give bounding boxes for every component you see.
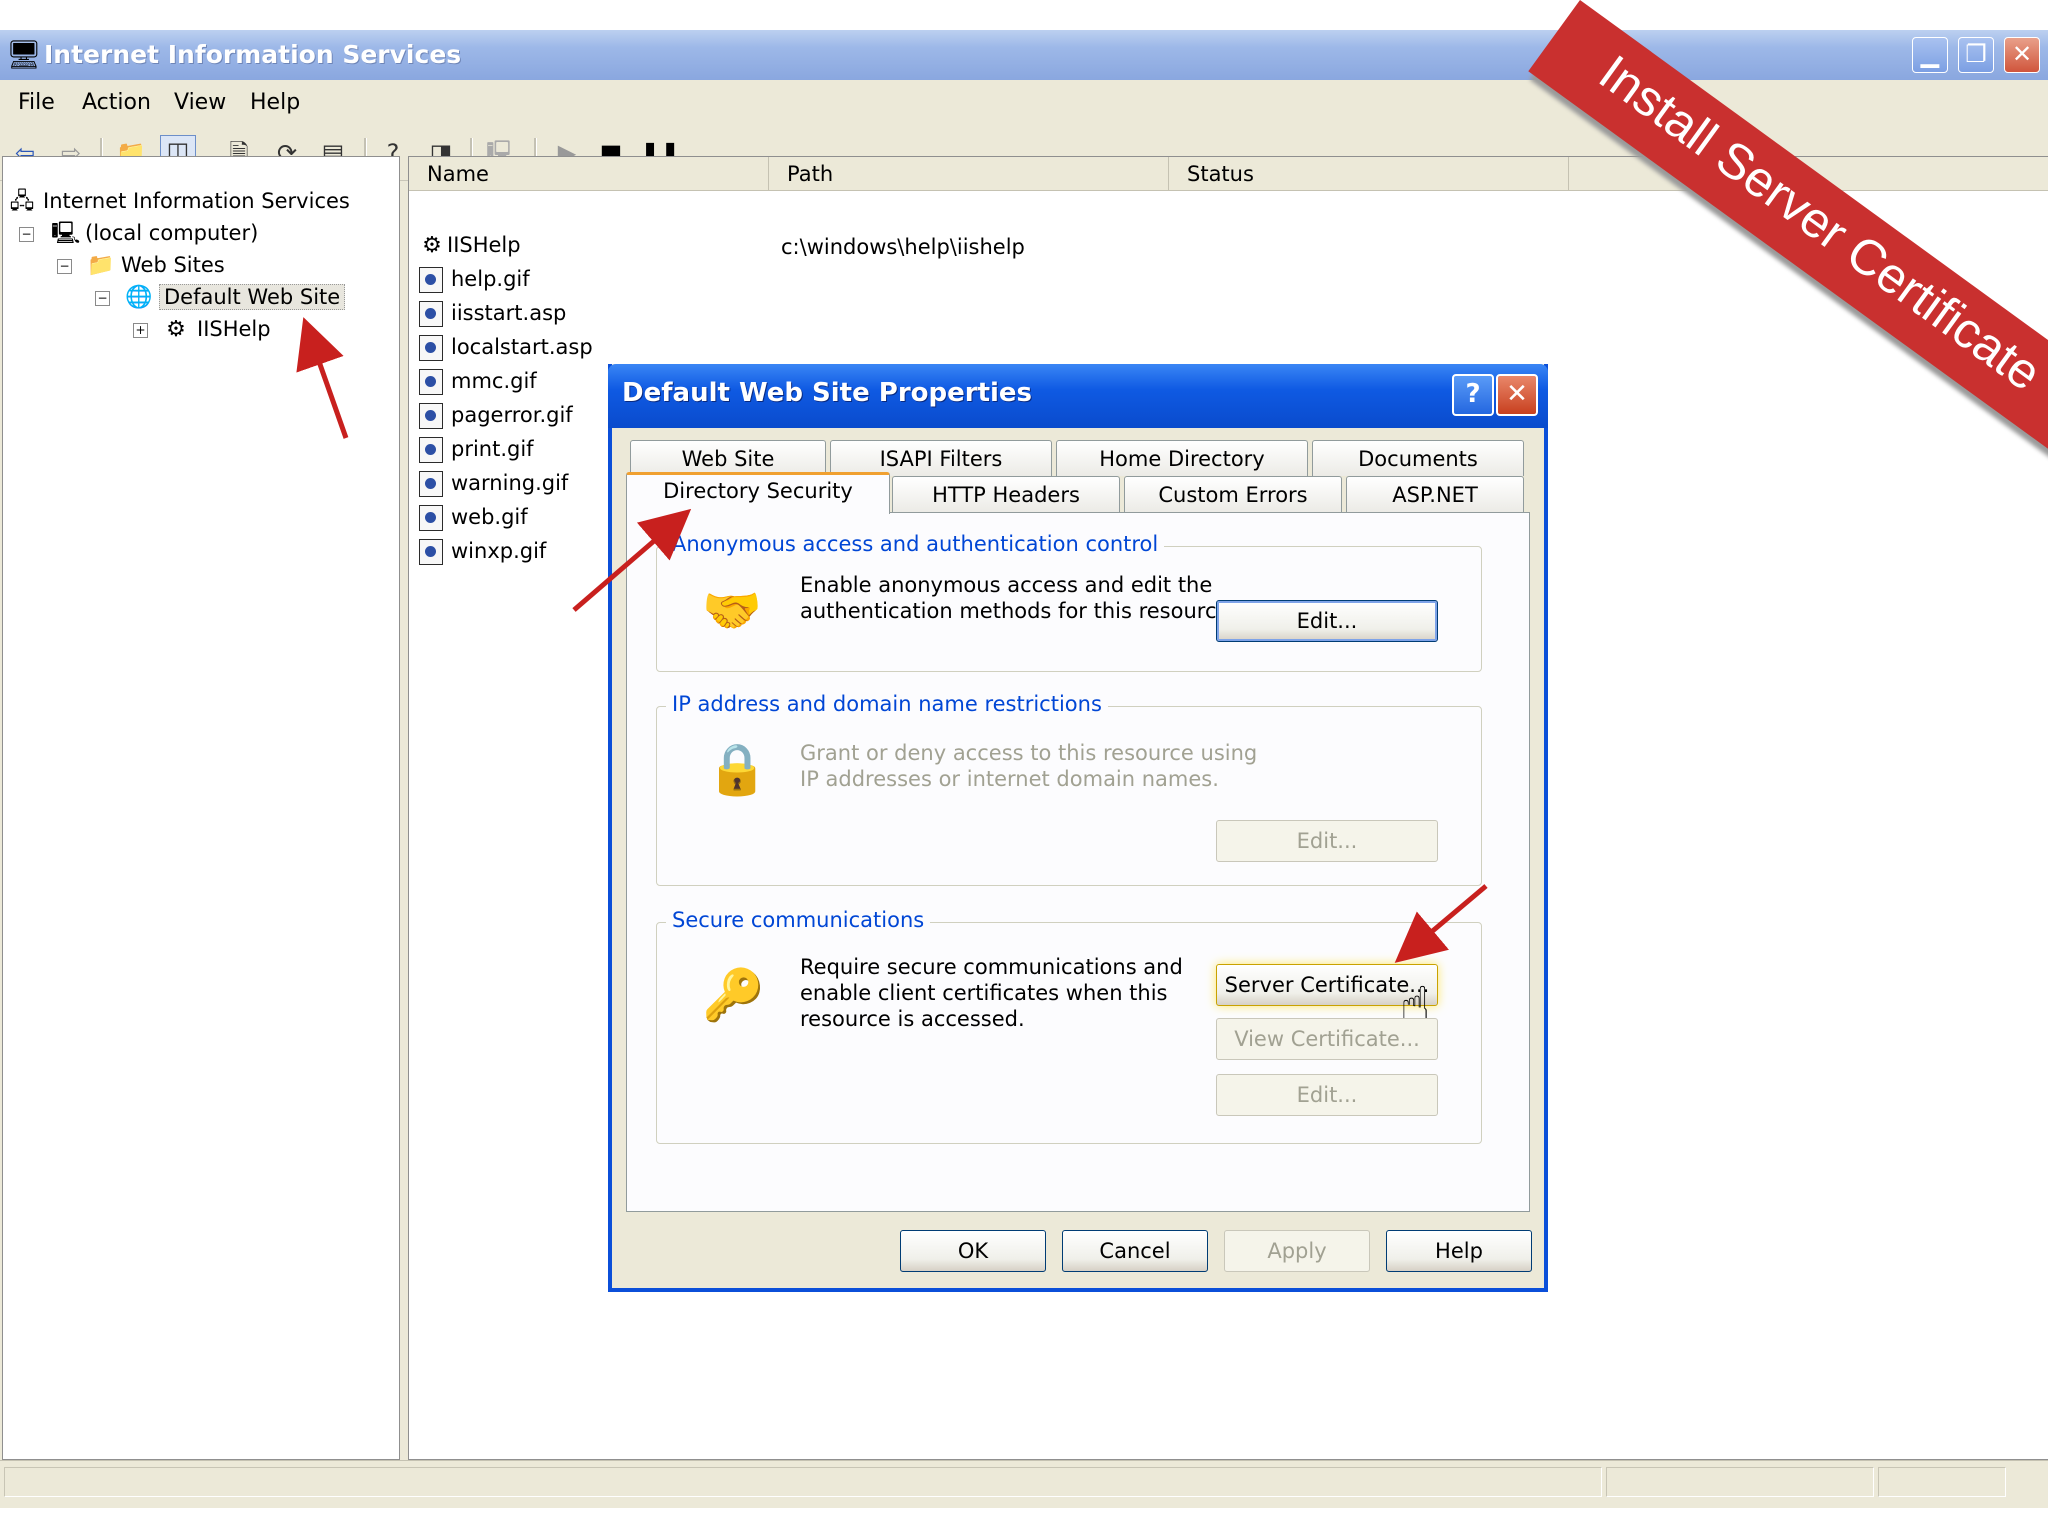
annotation-arrows	[296, 317, 1488, 963]
arrow-to-directory-security-tab	[572, 508, 692, 612]
arrow-to-default-web-site	[296, 317, 349, 439]
arrow-to-server-certificate	[1394, 884, 1488, 963]
